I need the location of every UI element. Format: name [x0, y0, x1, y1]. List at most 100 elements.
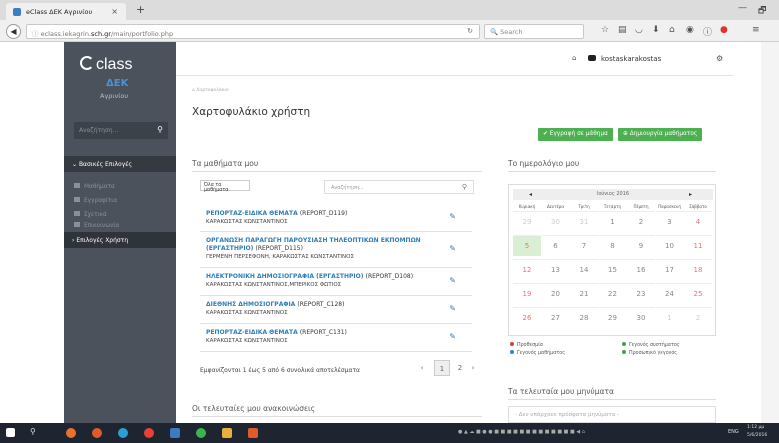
firefox-icon[interactable] — [66, 428, 76, 438]
sidebar-section-basic[interactable]: ⌄ Βασικές Επιλογές — [64, 156, 176, 172]
calendar-day-cell[interactable]: 4 — [684, 211, 712, 232]
sidebar-item-contact[interactable]: Επικοινωνία — [74, 222, 119, 229]
calendar-day-cell[interactable]: 24 — [655, 283, 684, 304]
skype-icon[interactable] — [118, 428, 128, 438]
calendar-day-cell[interactable]: 30 — [627, 307, 655, 328]
sidebar-search-input[interactable]: Αναζήτηση... ⚲ — [74, 122, 168, 139]
courses-search-input[interactable]: Αναζήτηση... ⚲ — [324, 180, 474, 194]
reading-list-icon[interactable]: ▤ — [618, 25, 627, 35]
menu-icon[interactable]: ≡ — [752, 25, 760, 35]
course-title-cont[interactable]: (ΕΡΓΑΣΤΗΡΙΟ) — [206, 245, 253, 252]
wrench-icon[interactable]: ✎ — [449, 304, 456, 313]
pocket-icon[interactable]: ◡ — [635, 25, 643, 35]
calendar-day-cell[interactable]: 1 — [598, 211, 627, 232]
course-row[interactable]: ΔΙΕΘΝΗΣ ΔΗΜΟΣΙΟΓΡΑΦΙΑ (REPORT_C128) ΚΑΡΑ… — [200, 296, 472, 324]
calendar-day-cell[interactable]: 10 — [655, 235, 684, 256]
course-title[interactable]: ΡΕΠΟΡΤΑΖ-ΕΙΔΙΚΑ ΘΕΜΑΤΑ — [206, 329, 298, 336]
pagination-page-2[interactable]: 2 — [454, 360, 466, 376]
address-bar[interactable]: ⓘ eclass.iekagrin.sch.gr/main/portfolio.… — [26, 24, 480, 39]
sidebar-item-courses[interactable]: Μαθήματα — [74, 183, 115, 190]
calendar-day-cell[interactable]: 11 — [684, 235, 712, 256]
back-button[interactable]: ◀ — [6, 24, 21, 39]
calendar-day-cell[interactable]: 28 — [570, 307, 598, 328]
calendar-day-cell[interactable]: 2 — [627, 211, 655, 232]
calendar-day-cell[interactable]: 18 — [684, 259, 712, 280]
search-icon[interactable]: ⚲ — [30, 427, 36, 436]
calendar-day-cell[interactable]: 25 — [684, 283, 712, 304]
enroll-course-button[interactable]: ✔ Εγγραφή σε μάθημα — [538, 128, 613, 141]
course-title[interactable]: ΗΛΕΚΤΡΟΝΙΚΗ ΔΗΜΟΣΙΟΓΡΑΦΙΑ (ΕΡΓΑΣΤΗΡΙΟ) — [206, 273, 364, 280]
search-icon[interactable]: ⚲ — [462, 183, 467, 191]
app-icon[interactable] — [170, 428, 180, 438]
calendar-day-cell[interactable]: 12 — [513, 259, 541, 280]
home-icon[interactable]: ⌂ — [669, 25, 675, 35]
calendar-day-cell[interactable]: 2 — [684, 307, 712, 328]
calendar-day-cell[interactable]: 16 — [627, 259, 655, 280]
course-title[interactable]: ΟΡΓΑΝΩΣΗ ΠΑΡΑΓΩΓΗ ΠΑΡΟΥΣΙΑΣΗ ΤΗΛΕΟΠΤΙΚΩΝ… — [206, 237, 421, 244]
calendar-day-cell[interactable]: 19 — [513, 283, 541, 304]
wrench-icon[interactable]: ✎ — [449, 212, 456, 221]
browser-tab[interactable]: eClass ΔΕΚ Αγρινίου × — [6, 3, 126, 20]
course-row[interactable]: ΗΛΕΚΤΡΟΝΙΚΗ ΔΗΜΟΣΙΟΓΡΑΦΙΑ (ΕΡΓΑΣΤΗΡΙΟ) (… — [200, 268, 472, 296]
course-title[interactable]: ΔΙΕΘΝΗΣ ΔΗΜΟΣΙΟΓΡΑΦΙΑ — [206, 301, 295, 308]
pdf-icon[interactable] — [248, 428, 258, 438]
new-tab-button[interactable]: + — [136, 3, 145, 16]
folder-icon[interactable] — [222, 428, 232, 438]
pagination-page-1[interactable]: 1 — [434, 360, 450, 376]
breadcrumb[interactable]: ⌂ Χαρτοφυλάκιο — [192, 88, 229, 93]
calendar-day-cell[interactable]: 6 — [541, 235, 570, 256]
calendar-day-cell[interactable]: 17 — [655, 259, 684, 280]
calendar-day-cell[interactable]: 13 — [541, 259, 570, 280]
info-circle-icon[interactable]: ⓘ — [703, 25, 712, 38]
browser-search[interactable]: 🔍 Search — [484, 24, 584, 39]
pagination-next[interactable]: › — [468, 360, 478, 376]
calendar-day-cell[interactable]: 15 — [598, 259, 627, 280]
create-course-button[interactable]: ⊕ Δημιουργία μαθήματος — [618, 128, 703, 141]
calendar-next-button[interactable]: ▸ — [689, 189, 692, 200]
wrench-icon[interactable]: ✎ — [449, 244, 456, 253]
minimize-button[interactable]: — — [738, 3, 747, 13]
calendar-prev-button[interactable]: ◂ — [529, 189, 532, 200]
language-indicator[interactable]: ENG — [728, 429, 739, 435]
course-row[interactable]: ΟΡΓΑΝΩΣΗ ΠΑΡΑΓΩΓΗ ΠΑΡΟΥΣΙΑΣΗ ΤΗΛΕΟΠΤΙΚΩΝ… — [200, 232, 472, 268]
course-row[interactable]: ΡΕΠΟΡΤΑΖ-ΕΙΔΙΚΑ ΘΕΜΑΤΑ (REPORT_C131) ΚΑΡ… — [200, 324, 472, 352]
addon-icon[interactable]: ● — [720, 25, 728, 35]
windows-start-icon[interactable] — [6, 428, 15, 437]
calendar-day-cell[interactable]: 7 — [570, 235, 598, 256]
extension-icon[interactable]: ◉ — [686, 25, 694, 35]
calendar-day-cell[interactable]: 21 — [570, 283, 598, 304]
clock-date[interactable]: 5/6/2016 — [747, 433, 767, 438]
courses-filter-select[interactable]: Όλα τα μαθήματα — [200, 180, 250, 193]
calendar-day-cell[interactable]: 5 — [513, 235, 541, 256]
calendar-day-cell[interactable]: 20 — [541, 283, 570, 304]
course-row[interactable]: ΡΕΠΟΡΤΑΖ-ΕΙΔΙΚΑ ΘΕΜΑΤΑ (REPORT_D119) ΚΑΡ… — [200, 206, 472, 232]
course-title[interactable]: ΡΕΠΟΡΤΑΖ-ΕΙΔΙΚΑ ΘΕΜΑΤΑ — [206, 210, 298, 217]
reload-icon[interactable]: ↻ — [467, 27, 473, 35]
calendar-day-cell[interactable]: 29 — [598, 307, 627, 328]
calendar-day-cell[interactable]: 3 — [655, 211, 684, 232]
pagination-prev[interactable]: ‹ — [416, 360, 428, 376]
search-icon[interactable]: ⚲ — [157, 125, 163, 134]
page-scrollbar[interactable] — [761, 42, 779, 423]
firefox-dev-icon[interactable] — [92, 428, 102, 438]
app2-icon[interactable] — [196, 428, 206, 438]
calendar-day-cell[interactable]: 29 — [513, 211, 541, 232]
sidebar-item-register[interactable]: Εγγραφίτια — [74, 197, 117, 204]
calendar-day-cell[interactable]: 1 — [655, 307, 684, 328]
calendar-day-cell[interactable]: 27 — [541, 307, 570, 328]
chrome-icon[interactable] — [144, 428, 154, 438]
clock-time[interactable]: 1:12 μμ — [747, 425, 764, 430]
wrench-icon[interactable]: ✎ — [449, 276, 456, 285]
calendar-day-cell[interactable]: 9 — [627, 235, 655, 256]
system-tray-icons[interactable]: ● ▲ ☁ ■ ● ● ■ ■ ■ ■ ■ ■ ■ ■ ■ ■ ■ ■ ■ ◀ … — [458, 429, 585, 435]
calendar-day-cell[interactable]: 26 — [513, 307, 541, 328]
user-menu[interactable]: kostaskarakostas — [588, 55, 661, 63]
settings-icon[interactable]: ⚙ — [716, 54, 723, 63]
calendar-day-cell[interactable]: 23 — [627, 283, 655, 304]
calendar-day-cell[interactable]: 30 — [541, 211, 570, 232]
download-icon[interactable]: ⬇ — [652, 25, 660, 35]
calendar-day-cell[interactable]: 14 — [570, 259, 598, 280]
tab-close-icon[interactable]: × — [111, 7, 118, 16]
calendar-day-cell[interactable]: 22 — [598, 283, 627, 304]
sidebar-section-user[interactable]: › Επιλογές Χρήστη — [64, 232, 176, 248]
